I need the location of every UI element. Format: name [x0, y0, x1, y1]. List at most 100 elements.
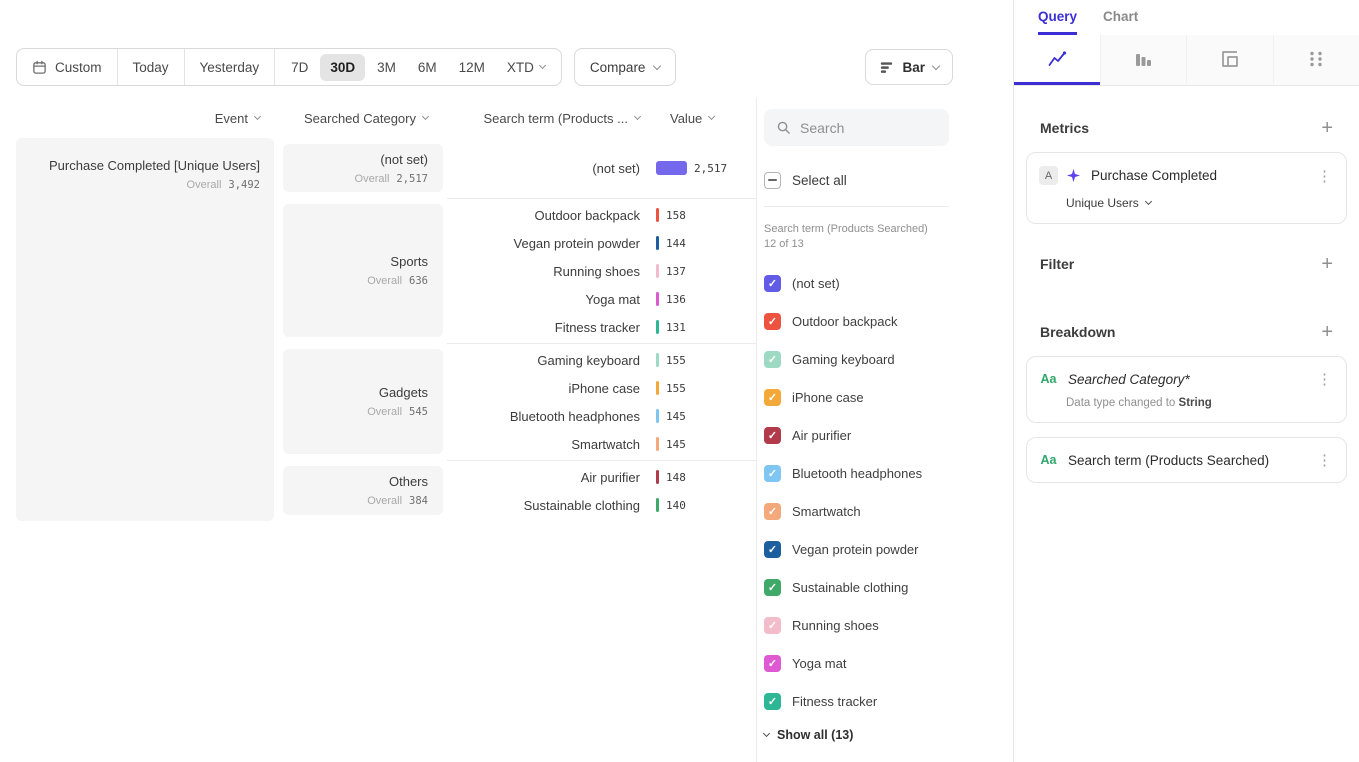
checked-checkbox[interactable]: ✓ — [764, 541, 781, 558]
category-cell[interactable]: SportsOverall636 — [283, 204, 443, 337]
range-button-12m[interactable]: 12M — [449, 54, 495, 81]
checked-checkbox[interactable]: ✓ — [764, 351, 781, 368]
checked-checkbox[interactable]: ✓ — [764, 427, 781, 444]
column-header-search-term[interactable]: Search term (Products ... — [447, 111, 640, 126]
term-row[interactable]: Air purifier148 — [447, 463, 756, 491]
term-row[interactable]: Yoga mat136 — [447, 285, 756, 313]
measure-dropdown[interactable]: Unique Users — [1066, 196, 1334, 210]
term-row[interactable]: Gaming keyboard155 — [447, 346, 756, 374]
legend-search-input[interactable]: Search — [764, 109, 949, 146]
checked-checkbox[interactable]: ✓ — [764, 389, 781, 406]
funnels-icon — [1133, 49, 1153, 69]
overall-label: Overall — [367, 495, 402, 507]
breakdown-menu-kebab[interactable]: ⋮ — [1315, 370, 1334, 388]
event-name: Purchase Completed [Unique Users] — [49, 158, 260, 173]
checked-checkbox[interactable]: ✓ — [764, 275, 781, 292]
flows-icon — [1306, 49, 1326, 69]
legend-item[interactable]: ✓Sustainable clothing — [764, 568, 1013, 606]
checked-checkbox[interactable]: ✓ — [764, 313, 781, 330]
legend-item[interactable]: ✓Fitness tracker — [764, 682, 1013, 720]
term-row[interactable]: Fitness tracker131 — [447, 313, 756, 341]
category-cell[interactable]: (not set)Overall2,517 — [283, 144, 443, 192]
term-row[interactable]: Smartwatch145 — [447, 430, 756, 458]
legend-item[interactable]: ✓(not set) — [764, 264, 1013, 302]
term-row[interactable]: Outdoor backpack158 — [447, 201, 756, 229]
term-row[interactable]: Vegan protein powder144 — [447, 229, 756, 257]
legend-item[interactable]: ✓ iPhone case — [764, 378, 1013, 416]
category-overall: Overall2,517 — [355, 173, 428, 185]
column-header-event[interactable]: Event — [16, 111, 274, 126]
category-cell[interactable]: OthersOverall384 — [283, 466, 443, 515]
legend-item-label: Running shoes — [792, 618, 879, 633]
value-label: 145 — [666, 438, 686, 451]
show-all-link[interactable]: Show all (13) — [764, 728, 1013, 742]
legend-item[interactable]: ✓Vegan protein powder — [764, 530, 1013, 568]
yesterday-button[interactable]: Yesterday — [185, 49, 276, 85]
legend-item[interactable]: ✓ Running shoes — [764, 606, 1013, 644]
term-label: iPhone case — [447, 381, 640, 396]
column-header-searched-category[interactable]: Searched Category — [283, 111, 443, 126]
term-row[interactable]: Bluetooth headphones145 — [447, 402, 756, 430]
range-button-6m[interactable]: 6M — [408, 54, 447, 81]
legend-item[interactable]: ✓ Smartwatch — [764, 492, 1013, 530]
event-cell[interactable]: Purchase Completed [Unique Users] Overal… — [16, 138, 274, 521]
checked-checkbox[interactable]: ✓ — [764, 579, 781, 596]
insights-tab[interactable] — [1014, 35, 1100, 85]
flows-tab[interactable] — [1273, 35, 1359, 85]
legend-item-label: iPhone case — [792, 390, 864, 405]
search-icon — [776, 120, 791, 135]
checked-checkbox[interactable]: ✓ — [764, 503, 781, 520]
chevron-down-icon — [932, 61, 940, 69]
chart-type-dropdown[interactable]: Bar — [865, 49, 953, 85]
tab-chart[interactable]: Chart — [1103, 0, 1138, 35]
column-header-value[interactable]: Value — [670, 111, 714, 126]
add-metric-button[interactable]: + — [1321, 118, 1333, 138]
divider — [764, 206, 949, 207]
range-button-30d[interactable]: 30D — [320, 54, 365, 81]
metric-card[interactable]: A Purchase Completed ⋮ Unique Users — [1026, 152, 1347, 224]
range-button-xtd[interactable]: XTD — [497, 54, 555, 81]
tab-query[interactable]: Query — [1038, 0, 1077, 35]
term-row[interactable]: Running shoes137 — [447, 257, 756, 285]
legend-item[interactable]: ✓Outdoor backpack — [764, 302, 1013, 340]
select-all-toggle[interactable]: Select all — [764, 172, 1013, 189]
checked-checkbox[interactable]: ✓ — [764, 465, 781, 482]
today-button[interactable]: Today — [118, 49, 185, 85]
legend-item[interactable]: ✓Air purifier — [764, 416, 1013, 454]
legend-subtitle: Search term (Products Searched) 12 of 13 — [764, 222, 934, 252]
checked-checkbox[interactable]: ✓ — [764, 655, 781, 672]
breakdown-card-searched-category[interactable]: Aa Searched Category* ⋮ Data type change… — [1026, 356, 1347, 423]
checked-checkbox[interactable]: ✓ — [764, 617, 781, 634]
legend-item[interactable]: ✓Gaming keyboard — [764, 340, 1013, 378]
funnels-tab[interactable] — [1100, 35, 1187, 85]
indeterminate-checkbox[interactable] — [764, 172, 781, 189]
string-property-icon: Aa — [1039, 372, 1058, 386]
value-label: 136 — [666, 293, 686, 306]
legend-item-label: Smartwatch — [792, 504, 861, 519]
term-row[interactable]: Sustainable clothing140 — [447, 491, 756, 519]
table-header-row: Event Searched Category Search term (Pro… — [16, 98, 756, 138]
legend-item[interactable]: ✓Bluetooth headphones — [764, 454, 1013, 492]
retention-tab[interactable] — [1186, 35, 1273, 85]
legend-item[interactable]: ✓Yoga mat — [764, 644, 1013, 682]
custom-date-button[interactable]: Custom — [17, 49, 118, 85]
overall-label: Overall — [367, 406, 402, 418]
report-toolbar: Custom Today Yesterday 7D30D3M6M12MXTD C… — [16, 48, 997, 86]
term-row[interactable]: (not set)2,517 — [447, 154, 756, 182]
add-breakdown-button[interactable]: + — [1321, 322, 1333, 342]
range-button-7d[interactable]: 7D — [281, 54, 318, 81]
measure-label: Unique Users — [1066, 196, 1139, 210]
compare-button[interactable]: Compare — [574, 48, 677, 86]
value-label: 2,517 — [694, 162, 727, 175]
category-cell[interactable]: GadgetsOverall545 — [283, 349, 443, 454]
term-label: Vegan protein powder — [447, 236, 640, 251]
metric-menu-kebab[interactable]: ⋮ — [1315, 167, 1334, 185]
breakdown-card-search-term[interactable]: Aa Search term (Products Searched) ⋮ — [1026, 437, 1347, 483]
add-filter-button[interactable]: + — [1321, 254, 1333, 274]
checked-checkbox[interactable]: ✓ — [764, 693, 781, 710]
term-row[interactable]: iPhone case155 — [447, 374, 756, 402]
breakdown-menu-kebab[interactable]: ⋮ — [1315, 451, 1334, 469]
range-button-3m[interactable]: 3M — [367, 54, 406, 81]
report-area: Custom Today Yesterday 7D30D3M6M12MXTD C… — [0, 0, 1013, 762]
metric-badge: A — [1039, 166, 1058, 185]
